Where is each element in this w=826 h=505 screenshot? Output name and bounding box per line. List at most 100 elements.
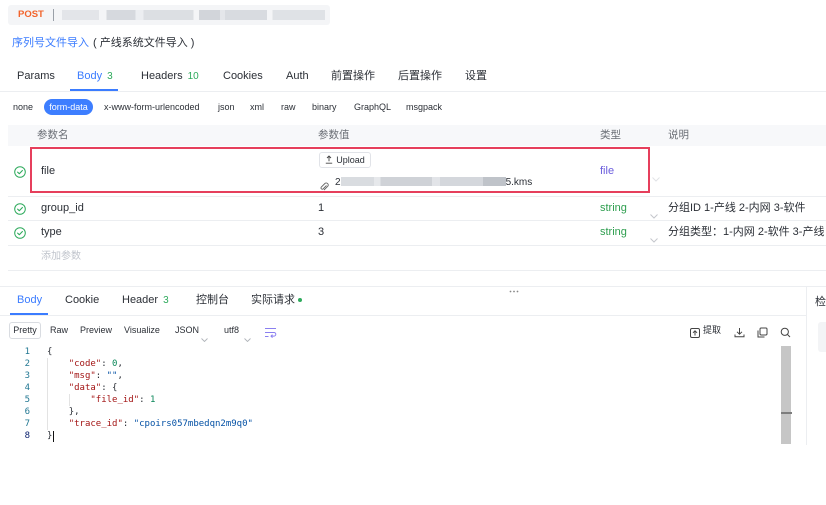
code-line[interactable]: }: [47, 430, 52, 442]
tab-label: 设置: [465, 70, 487, 82]
download-icon[interactable]: [734, 325, 745, 343]
body-type-graphql[interactable]: GraphQL: [354, 99, 391, 115]
line-number: 2: [24, 359, 30, 369]
tab-cookies[interactable]: Cookies: [223, 68, 263, 84]
side-panel-tab[interactable]: 检: [815, 295, 826, 309]
response-tab-cookie[interactable]: Cookie: [65, 293, 99, 307]
column-header-description: 说明: [668, 129, 689, 141]
param-type-select[interactable]: string: [600, 201, 627, 215]
check-circle-icon[interactable]: [14, 226, 26, 244]
tab-settings[interactable]: 设置: [465, 68, 487, 84]
row-divider: [8, 220, 826, 221]
tab-count: 3: [163, 295, 169, 306]
json-string: "": [106, 371, 118, 381]
request-name-link[interactable]: 序列号文件导入: [12, 37, 89, 49]
body-type-raw[interactable]: raw: [281, 99, 296, 115]
chevron-down-icon[interactable]: [650, 206, 658, 224]
tab-label: 前置操作: [331, 70, 375, 82]
check-circle-icon[interactable]: [14, 202, 26, 220]
code-line[interactable]: "data": {: [47, 382, 118, 394]
tab-body[interactable]: Body 3: [77, 68, 113, 85]
panel-splitter[interactable]: [0, 286, 826, 287]
param-name-input[interactable]: group_id: [41, 201, 84, 215]
code-line[interactable]: "file_id": 1: [47, 394, 155, 406]
tabs-divider: [0, 91, 826, 92]
tab-label: Headers: [141, 70, 183, 82]
view-mode-pretty[interactable]: Pretty: [9, 322, 41, 339]
json-key: "msg": [68, 371, 96, 381]
code-line[interactable]: "trace_id": "cpoirs057mbedqn2m9q0": [47, 418, 253, 430]
json-punct: :: [139, 395, 150, 405]
extract-button[interactable]: 提取: [703, 322, 721, 339]
param-type-select[interactable]: string: [600, 225, 627, 239]
param-description-input[interactable]: 分组ID 1-产线 2-内网 3-软件: [668, 201, 826, 215]
encoding-select[interactable]: utf8: [224, 322, 239, 339]
param-value-input[interactable]: 1: [318, 201, 324, 215]
param-name-input[interactable]: type: [41, 225, 62, 239]
column-header-type: 类型: [600, 129, 621, 141]
response-tab-console[interactable]: 控制台: [196, 293, 229, 307]
code-line[interactable]: "code": 0,: [47, 358, 123, 370]
copy-icon[interactable]: [757, 325, 768, 343]
row-divider: [8, 196, 826, 197]
tab-params[interactable]: Params: [17, 68, 55, 84]
line-number: 6: [24, 407, 30, 417]
code-line[interactable]: "msg": "",: [47, 370, 123, 382]
body-type-form-data[interactable]: form-data: [44, 99, 93, 115]
check-circle-icon[interactable]: [14, 165, 26, 183]
body-type-xml[interactable]: xml: [250, 99, 264, 115]
chevron-down-icon[interactable]: [244, 329, 251, 347]
vertical-scrollbar[interactable]: [781, 346, 791, 444]
json-key: "code": [68, 359, 102, 369]
column-header-value: 参数值: [318, 129, 350, 141]
resize-handle[interactable]: [509, 280, 519, 298]
request-title: 序列号文件导入 ( 产线系统文件导入 ): [12, 36, 194, 50]
body-type-msgpack[interactable]: msgpack: [406, 99, 442, 115]
params-table-header: [8, 125, 826, 146]
tab-label: Body: [77, 70, 103, 82]
chevron-down-icon[interactable]: [650, 230, 658, 248]
view-mode-raw[interactable]: Raw: [50, 322, 68, 339]
json-key: "data": [68, 383, 102, 393]
column-header-name: 参数名: [37, 129, 69, 141]
json-string: "cpoirs057mbedqn2m9q0": [133, 419, 253, 429]
api-client-window: POST 序列号文件导入 ( 产线系统文件导入 ) Params Body 3 He…: [0, 0, 826, 505]
body-type-none[interactable]: none: [13, 99, 33, 115]
method-badge[interactable]: POST: [18, 5, 44, 25]
param-description-input[interactable]: 分组类型：1-内网 2-软件 3-产线: [668, 225, 826, 239]
wrap-icon[interactable]: [264, 325, 277, 343]
response-tabs-divider: [0, 315, 806, 316]
tab-auth[interactable]: Auth: [286, 68, 309, 84]
tab-label: 后置操作: [398, 70, 442, 82]
search-icon[interactable]: [780, 325, 791, 343]
body-type-binary[interactable]: binary: [312, 99, 337, 115]
tab-headers[interactable]: Headers 10: [141, 68, 199, 85]
tab-count: 3: [107, 71, 113, 82]
body-type-json[interactable]: json: [218, 99, 235, 115]
response-tab-body[interactable]: Body: [17, 293, 42, 307]
side-panel-border: [806, 287, 807, 445]
request-note: ( 产线系统文件导入 ): [93, 37, 195, 49]
code-line[interactable]: {: [47, 346, 52, 358]
side-panel-button[interactable]: [818, 322, 826, 352]
body-type-urlencoded[interactable]: x-www-form-urlencoded: [104, 99, 200, 115]
chevron-down-icon[interactable]: [652, 169, 660, 187]
tab-label: Cookies: [223, 70, 263, 82]
tab-pre-processors[interactable]: 前置操作: [331, 68, 375, 84]
code-line[interactable]: },: [47, 406, 80, 418]
param-value-input[interactable]: 3: [318, 225, 324, 239]
view-mode-visualize[interactable]: Visualize: [124, 322, 160, 339]
tab-post-processors[interactable]: 后置操作: [398, 68, 442, 84]
extract-icon[interactable]: [690, 325, 700, 343]
tab-label: Params: [17, 70, 55, 82]
format-select[interactable]: JSON: [175, 322, 199, 339]
response-tab-actual-request[interactable]: 实际请求: [251, 293, 295, 307]
response-tab-header[interactable]: Header 3: [122, 293, 169, 308]
view-mode-preview[interactable]: Preview: [80, 322, 112, 339]
add-param-input[interactable]: 添加参数: [41, 250, 81, 264]
chevron-down-icon[interactable]: [201, 329, 208, 347]
json-key: "trace_id": [68, 419, 123, 429]
json-key: "file_id": [90, 395, 140, 405]
